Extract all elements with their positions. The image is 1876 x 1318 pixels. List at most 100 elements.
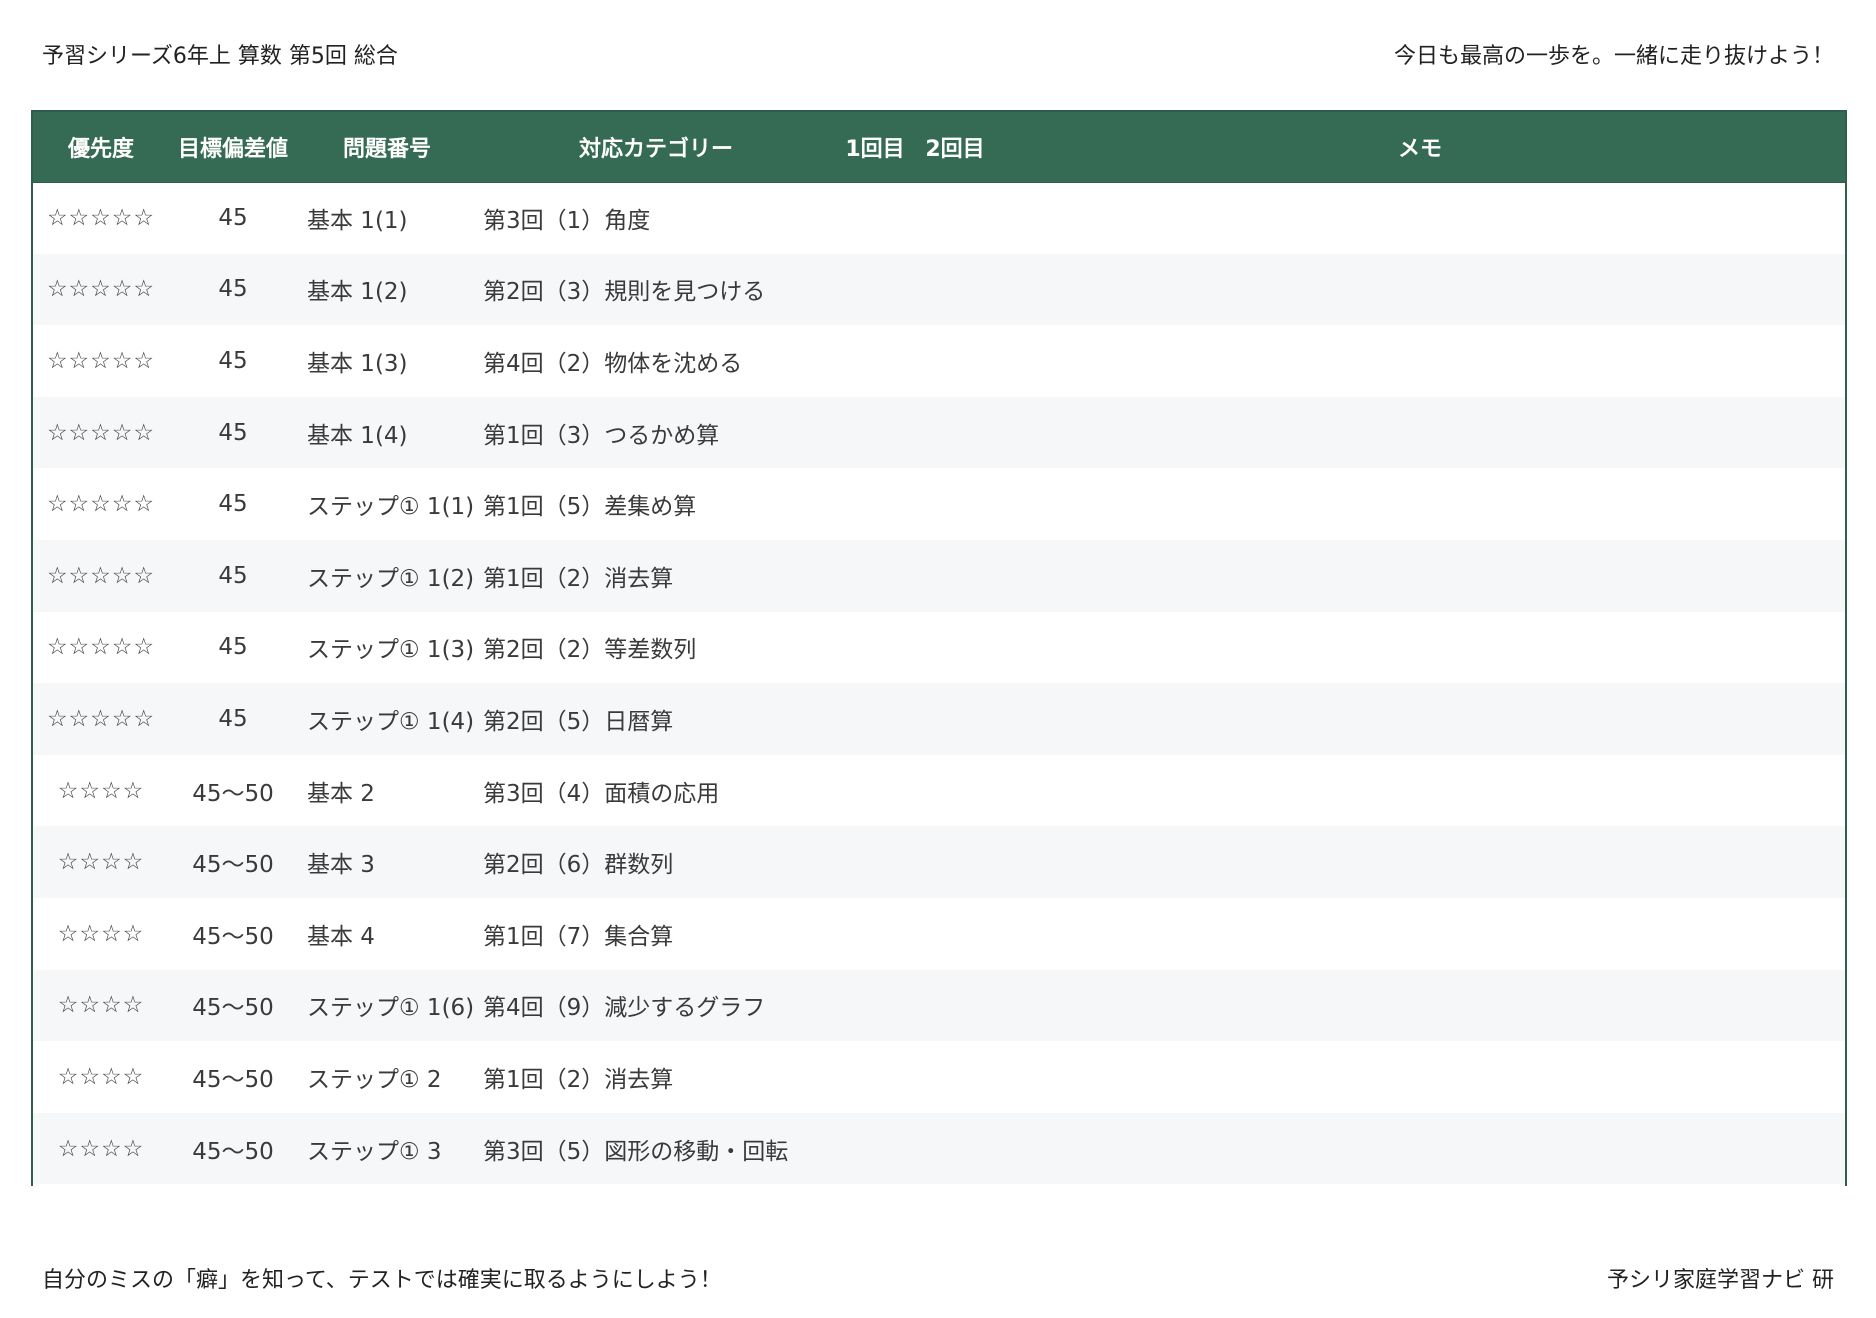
round1-check-cell[interactable] [835,325,915,397]
memo-cell[interactable] [995,683,1845,755]
priority-cell: ☆☆☆☆ [57,849,145,876]
round2-check-cell[interactable] [915,1041,995,1113]
round1-check-cell[interactable] [835,970,915,1042]
category-cell: 第1回（2）消去算 [483,1066,674,1093]
priority-cell: ☆☆☆☆☆ [46,634,156,661]
priority-cell: ☆☆☆☆ [57,920,145,947]
category-cell: 第2回（3）規則を見つける [483,279,766,306]
category-cell: 第4回（2）物体を沈める [483,350,743,377]
priority-cell: ☆☆☆☆ [57,1135,145,1162]
memo-cell[interactable] [995,397,1845,469]
problem-number-cell: ステップ① 1(4) [307,708,475,735]
round2-check-cell[interactable] [915,182,995,254]
round2-check-cell[interactable] [915,325,995,397]
priority-cell: ☆☆☆☆☆ [46,276,156,303]
table-row: ☆☆☆☆☆ 45 基本 1(1) 第3回（1）角度 [33,182,1845,254]
target-cell: 45 [218,419,248,446]
category-cell: 第3回（1）角度 [483,208,651,235]
problem-table: 優先度 目標偏差値 問題番号 対応カテゴリー 1回目 2回目 メモ ☆☆☆☆☆ 4… [33,112,1845,1185]
table-row: ☆☆☆☆☆ 45 基本 1(2) 第2回（3）規則を見つける [33,253,1845,326]
target-cell: 45 [218,276,248,303]
target-cell: 45 [218,491,248,518]
table-row: ☆☆☆☆☆ 45 ステップ① 1(4) 第2回（5）日暦算 [33,683,1845,755]
round2-check-cell[interactable] [915,397,995,469]
table-row: ☆☆☆☆☆ 45 ステップ① 1(2) 第1回（2）消去算 [33,539,1845,612]
memo-cell[interactable] [995,182,1845,254]
category-cell: 第3回（5）図形の移動・回転 [483,1138,789,1165]
round1-check-cell[interactable] [835,468,915,540]
round2-check-cell[interactable] [915,468,995,540]
round1-check-cell[interactable] [835,1113,915,1185]
round1-check-cell[interactable] [835,182,915,254]
round2-check-cell[interactable] [915,1113,995,1185]
memo-cell[interactable] [995,1113,1845,1185]
round1-check-cell[interactable] [835,826,915,898]
round2-check-cell[interactable] [915,898,995,970]
memo-cell[interactable] [995,254,1845,326]
memo-cell[interactable] [995,970,1845,1042]
memo-cell[interactable] [995,898,1845,970]
header-category: 対応カテゴリー [477,112,835,183]
table-row: ☆☆☆☆ 45〜50 基本 3 第2回（6）群数列 [33,826,1845,898]
priority-cell: ☆☆☆☆☆ [46,705,156,732]
round2-check-cell[interactable] [915,826,995,898]
header-round1: 1回目 [835,112,915,183]
target-cell: 45〜50 [192,852,274,879]
header-priority: 優先度 [33,112,169,183]
memo-cell[interactable] [995,1041,1845,1113]
table-row: ☆☆☆☆ 45〜50 基本 2 第3回（4）面積の応用 [33,755,1845,827]
category-cell: 第3回（4）面積の応用 [483,780,720,807]
round1-check-cell[interactable] [835,254,915,326]
round2-check-cell[interactable] [915,755,995,827]
memo-cell[interactable] [995,540,1845,612]
table-row: ☆☆☆☆☆ 45 ステップ① 1(1) 第1回（5）差集め算 [33,468,1845,540]
problem-table-container: 優先度 目標偏差値 問題番号 対応カテゴリー 1回目 2回目 メモ ☆☆☆☆☆ 4… [31,110,1847,1186]
problem-number-cell: 基本 1(1) [307,208,408,235]
priority-cell: ☆☆☆☆ [57,1063,145,1090]
header-target: 目標偏差値 [169,112,297,183]
memo-cell[interactable] [995,325,1845,397]
memo-cell[interactable] [995,826,1845,898]
table-row: ☆☆☆☆ 45〜50 基本 4 第1回（7）集合算 [33,898,1845,970]
table-row: ☆☆☆☆ 45〜50 ステップ① 2 第1回（2）消去算 [33,1041,1845,1113]
priority-cell: ☆☆☆☆☆ [46,419,156,446]
memo-cell[interactable] [995,468,1845,540]
round2-check-cell[interactable] [915,970,995,1042]
memo-cell[interactable] [995,612,1845,684]
target-cell: 45〜50 [192,995,274,1022]
table-body: ☆☆☆☆☆ 45 基本 1(1) 第3回（1）角度 ☆☆☆☆☆ 45 基本 1(2) 第2回（… [33,182,1845,1185]
target-cell: 45〜50 [192,1138,274,1165]
priority-cell: ☆☆☆☆ [57,992,145,1019]
footer-message: 自分のミスの「癖」を知って、テストでは確実に取るようにしよう！ [42,1268,722,1293]
round1-check-cell[interactable] [835,683,915,755]
problem-number-cell: 基本 3 [307,852,375,879]
header-memo: メモ [995,112,1845,183]
round1-check-cell[interactable] [835,540,915,612]
category-cell: 第1回（5）差集め算 [483,494,697,521]
round2-check-cell[interactable] [915,612,995,684]
round2-check-cell[interactable] [915,254,995,326]
problem-number-cell: ステップ① 2 [307,1066,442,1093]
problem-number-cell: ステップ① 1(6) [307,995,475,1022]
round1-check-cell[interactable] [835,898,915,970]
round2-check-cell[interactable] [915,540,995,612]
round1-check-cell[interactable] [835,755,915,827]
memo-cell[interactable] [995,755,1845,827]
round1-check-cell[interactable] [835,612,915,684]
category-cell: 第1回（2）消去算 [483,565,674,592]
header-number: 問題番号 [297,112,477,183]
category-cell: 第2回（6）群数列 [483,852,674,879]
target-cell: 45 [218,705,248,732]
header-motto: 今日も最高の一歩を。一緒に走り抜けよう！ [1393,44,1834,69]
round2-check-cell[interactable] [915,683,995,755]
target-cell: 45〜50 [192,923,274,950]
target-cell: 45 [218,205,248,232]
problem-number-cell: 基本 1(4) [307,422,408,449]
target-cell: 45〜50 [192,780,274,807]
round1-check-cell[interactable] [835,397,915,469]
target-cell: 45 [218,634,248,661]
round1-check-cell[interactable] [835,1041,915,1113]
target-cell: 45 [218,562,248,589]
problem-number-cell: 基本 4 [307,923,375,950]
category-cell: 第2回（5）日暦算 [483,708,674,735]
